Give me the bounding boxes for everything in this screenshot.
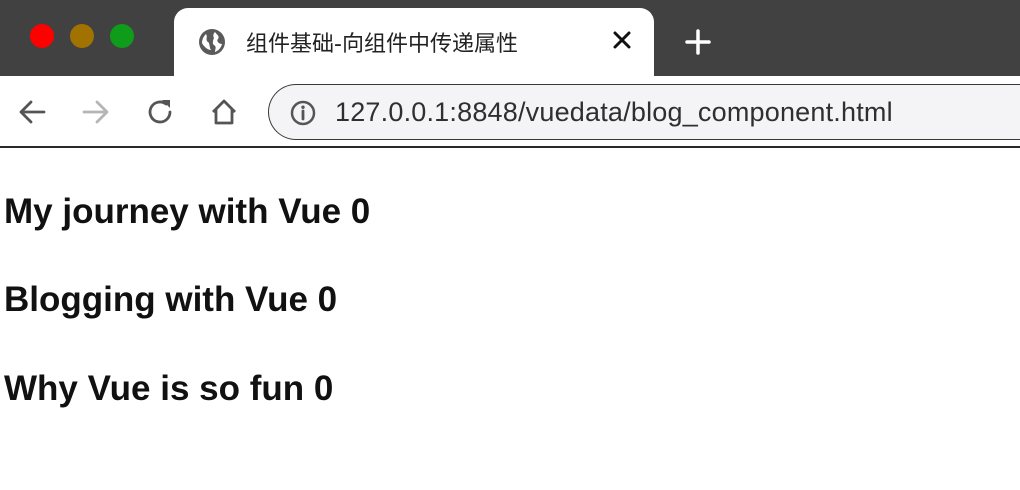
back-button[interactable] — [16, 96, 48, 128]
window-close-button[interactable] — [30, 24, 54, 48]
globe-icon — [198, 28, 226, 56]
arrow-right-icon — [82, 100, 109, 124]
reload-icon — [148, 100, 172, 124]
blog-post-title: My journey with Vue 0 — [4, 192, 371, 231]
window-minimize-button[interactable] — [70, 24, 94, 48]
address-bar[interactable]: 127.0.0.1:8848/vuedata/blog_component.ht… — [268, 84, 1020, 140]
home-button[interactable] — [208, 96, 240, 128]
browser-toolbar: 127.0.0.1:8848/vuedata/blog_component.ht… — [0, 76, 1020, 148]
info-icon[interactable] — [289, 99, 317, 127]
page-content: My journey with Vue 0 Blogging with Vue … — [0, 150, 1020, 490]
browser-tab[interactable]: 组件基础-向组件中传递属性 — [174, 8, 654, 76]
blog-post-title: Blogging with Vue 0 — [4, 280, 338, 319]
window-maximize-button[interactable] — [110, 24, 134, 48]
home-icon — [212, 99, 236, 125]
plus-icon — [685, 29, 711, 55]
new-tab-button[interactable] — [682, 26, 714, 58]
url-text[interactable]: 127.0.0.1:8848/vuedata/blog_component.ht… — [335, 97, 893, 128]
blog-post-title: Why Vue is so fun 0 — [4, 369, 334, 408]
tab-title: 组件基础-向组件中传递属性 — [246, 32, 518, 57]
tab-strip: 组件基础-向组件中传递属性 — [0, 0, 1020, 76]
forward-button[interactable] — [80, 96, 112, 128]
reload-button[interactable] — [144, 96, 176, 128]
close-icon[interactable] — [608, 26, 636, 54]
arrow-left-icon — [19, 100, 46, 124]
